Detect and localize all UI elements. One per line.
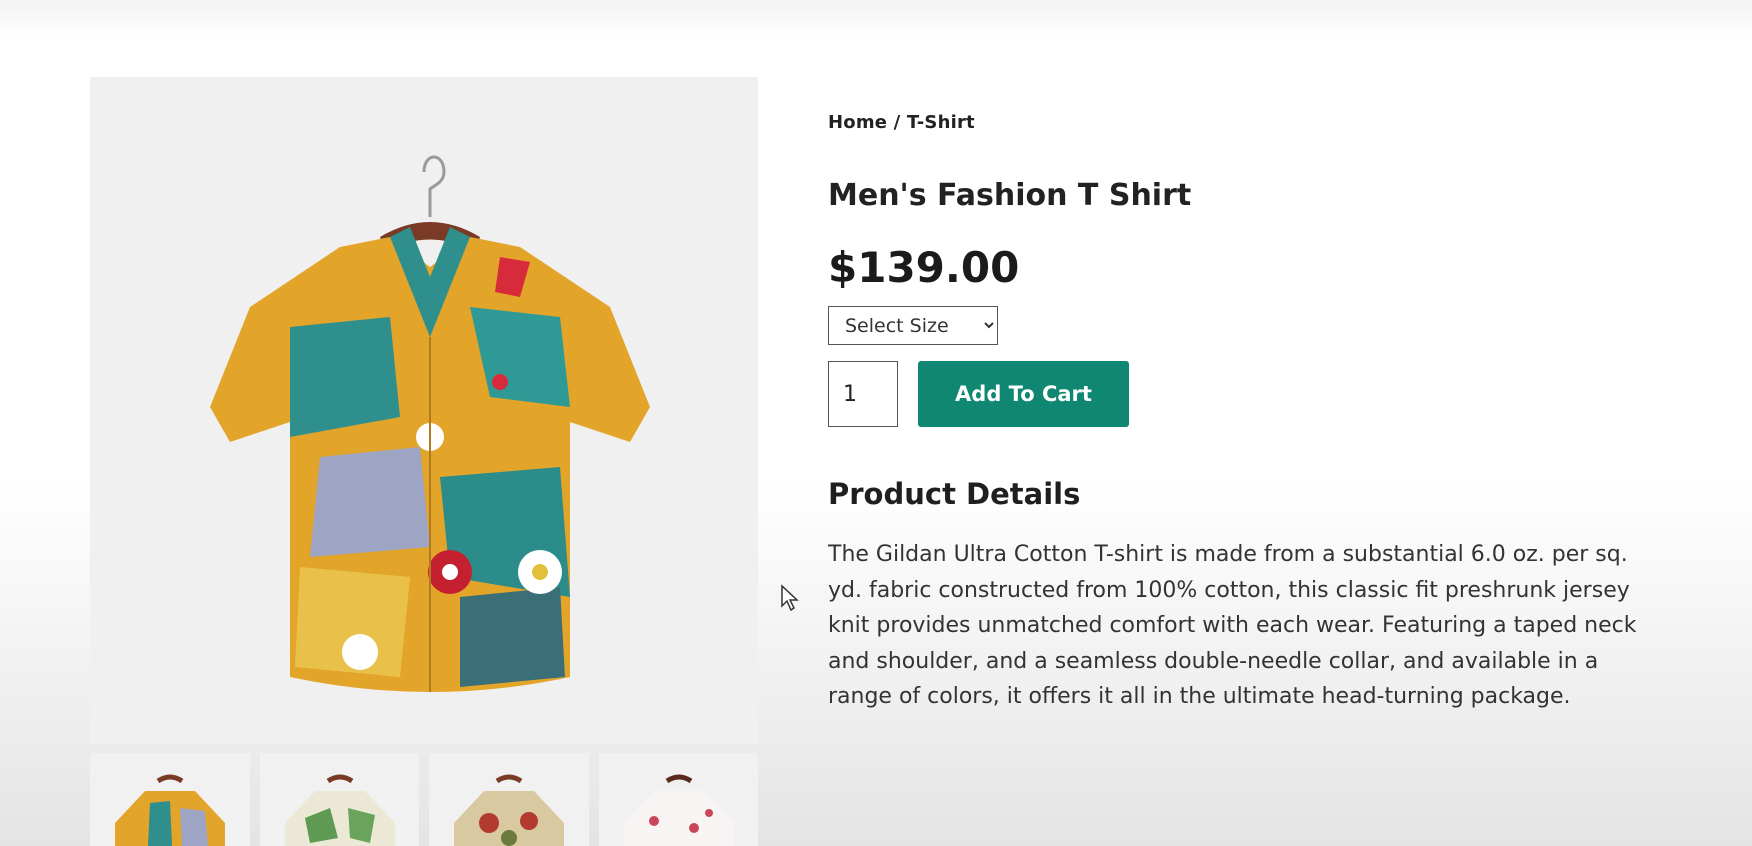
add-to-cart-row: Add To Cart [828,361,1678,427]
breadcrumb-current: T-Shirt [906,112,975,133]
product-details-panel: Home / T-Shirt Men's Fashion T Shirt $13… [828,112,1678,715]
thumbnail-1[interactable] [90,753,250,846]
quantity-input[interactable] [828,361,898,427]
thumbnail-3[interactable] [429,753,589,846]
thumbnail-gallery [90,753,758,846]
add-to-cart-button[interactable]: Add To Cart [918,361,1129,427]
breadcrumb-separator: / [893,112,901,133]
product-main-image [90,77,758,744]
thumbnail-4[interactable] [598,753,758,846]
product-price: $139.00 [828,243,1020,292]
size-select[interactable]: Select Size [828,306,998,345]
product-details-heading: Product Details [828,477,1081,511]
product-title: Men's Fashion T Shirt [828,178,1192,213]
breadcrumb-home-link[interactable]: Home [828,112,887,133]
breadcrumb: Home / T-Shirt [828,112,1678,142]
product-description: The Gildan Ultra Cotton T-shirt is made … [828,542,1637,709]
top-bar [0,0,1752,40]
mouse-cursor-icon [780,584,800,616]
thumbnail-2[interactable] [259,753,419,846]
